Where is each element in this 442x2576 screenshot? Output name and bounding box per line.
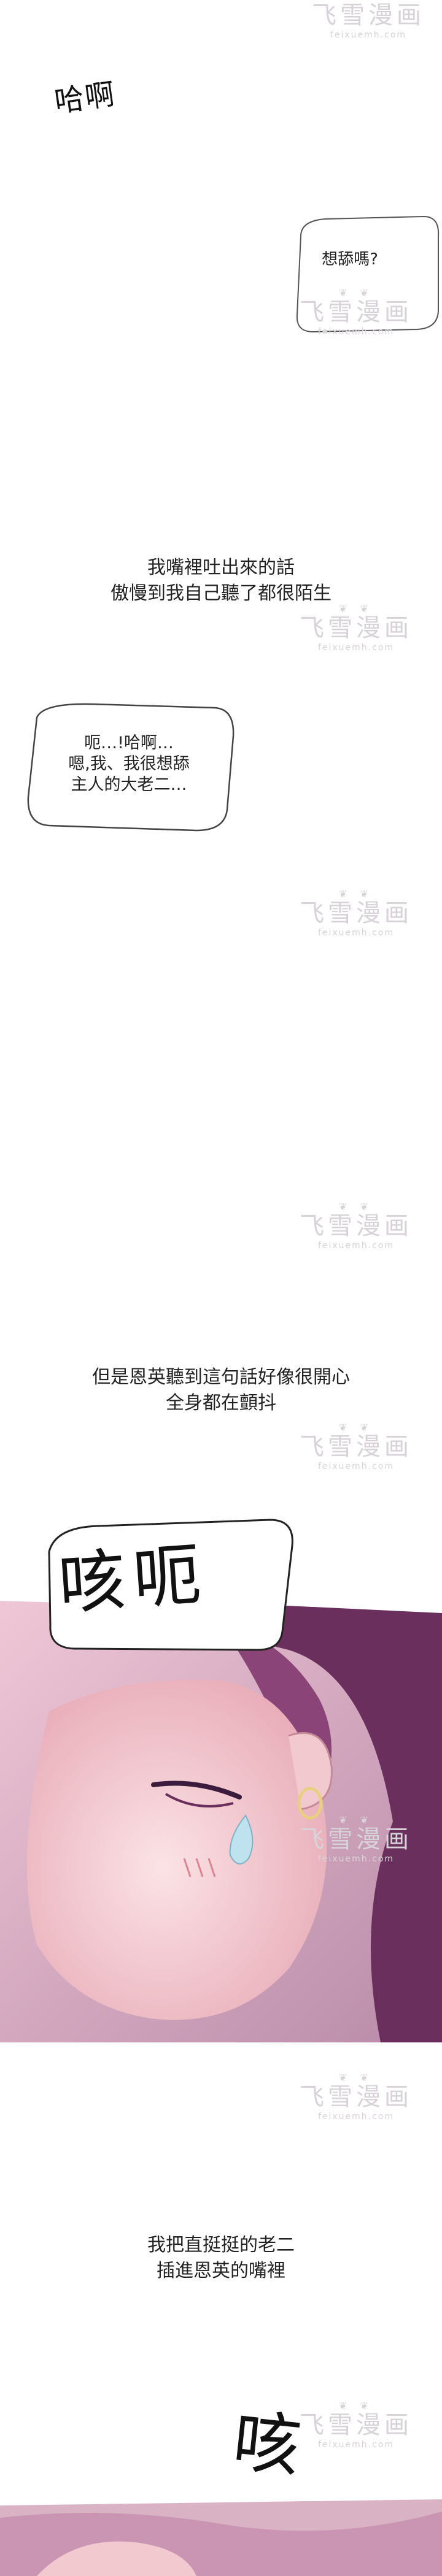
narration-caption-3: 我把直挺挺的老二 插進恩英的嘴裡 xyxy=(0,2233,442,2284)
watermark: ❦ ❦ 飞雪漫画 feixuemh.com xyxy=(295,1202,417,1251)
watermark-ornament: ❦ ❦ xyxy=(339,888,373,900)
watermark-text: 飞雪漫画 xyxy=(312,1,425,29)
watermark: ❦ ❦ 飞雪漫画 feixuemh.com xyxy=(295,2073,417,2122)
watermark-text: 飞雪漫画 xyxy=(300,2083,413,2111)
watermark: ❦ ❦ 飞雪漫画 feixuemh.com xyxy=(295,889,417,938)
narration-caption-2: 但是恩英聽到這句話好像很開心 全身都在顫抖 xyxy=(0,1365,442,1416)
bubble-line: 嗯,我、我很想舔 xyxy=(68,754,190,773)
bubble-line: 主人的大老二… xyxy=(71,775,187,794)
watermark-url: feixuemh.com xyxy=(317,643,395,653)
watermark-text: 飞雪漫画 xyxy=(300,899,413,927)
watermark-ornament: ❦ ❦ xyxy=(339,1814,373,1826)
watermark-text: 飞雪漫画 xyxy=(300,2411,413,2439)
watermark-url: feixuemh.com xyxy=(317,1462,395,1471)
watermark-ornament: ❦ ❦ xyxy=(339,1201,373,1213)
watermark-text: 飞雪漫画 xyxy=(300,1212,413,1240)
watermark-url: feixuemh.com xyxy=(317,928,395,938)
watermark-url: feixuemh.com xyxy=(317,2112,395,2122)
bubble-line: 呃…!哈啊… xyxy=(84,734,174,753)
caption-line: 全身都在顫抖 xyxy=(166,1392,276,1414)
speech-bubble-2-text: 呃…!哈啊… 嗯,我、我很想舔 主人的大老二… xyxy=(43,733,215,795)
comic-page: 飞雪漫画 feixuemh.com 哈啊 想舔嗎? ❦ ❦ 飞雪漫画 feixu… xyxy=(0,0,442,2576)
watermark-ornament: ❦ ❦ xyxy=(339,287,373,299)
watermark-text: 飞雪漫画 xyxy=(300,1433,413,1461)
watermark-url: feixuemh.com xyxy=(330,30,407,40)
watermark: 飞雪漫画 feixuemh.com xyxy=(307,1,430,40)
caption-line: 插進恩英的嘴裡 xyxy=(157,2260,285,2282)
watermark: ❦ ❦ 飞雪漫画 feixuemh.com xyxy=(295,288,417,337)
watermark-url: feixuemh.com xyxy=(317,327,395,337)
watermark-text: 飞雪漫画 xyxy=(300,1825,413,1853)
bottom-illustration xyxy=(0,2499,442,2576)
caption-line: 傲慢到我自己聽了都很陌生 xyxy=(110,583,332,604)
narration-caption-1: 我嘴裡吐出來的話 傲慢到我自己聽了都很陌生 xyxy=(0,555,442,607)
watermark-ornament: ❦ ❦ xyxy=(339,603,373,615)
sfx-haa: 哈啊 xyxy=(52,77,118,120)
watermark: ❦ ❦ 飞雪漫画 feixuemh.com xyxy=(295,2401,417,2450)
watermark-url: feixuemh.com xyxy=(317,2440,395,2450)
watermark-text: 飞雪漫画 xyxy=(300,298,413,326)
caption-line: 我把直挺挺的老二 xyxy=(147,2234,295,2256)
watermark: ❦ ❦ 飞雪漫画 feixuemh.com xyxy=(295,1423,417,1472)
watermark: ❦ ❦ 飞雪漫画 feixuemh.com xyxy=(295,1815,417,1865)
speech-bubble-1-text: 想舔嗎? xyxy=(301,248,399,270)
caption-line: 但是恩英聽到這句話好像很開心 xyxy=(92,1367,350,1388)
watermark: ❦ ❦ 飞雪漫画 feixuemh.com xyxy=(295,604,417,653)
watermark-ornament: ❦ ❦ xyxy=(339,2072,373,2083)
caption-line: 我嘴裡吐出來的話 xyxy=(147,557,295,578)
watermark-url: feixuemh.com xyxy=(317,1241,395,1251)
sfx-cough: 咳呃 xyxy=(55,1535,211,1624)
watermark-ornament: ❦ ❦ xyxy=(339,1422,373,1433)
watermark-url: feixuemh.com xyxy=(317,1854,395,1864)
illustration-panel-bottom xyxy=(0,2499,442,2576)
watermark-text: 飞雪漫画 xyxy=(300,614,413,642)
watermark-ornament: ❦ ❦ xyxy=(339,2400,373,2412)
